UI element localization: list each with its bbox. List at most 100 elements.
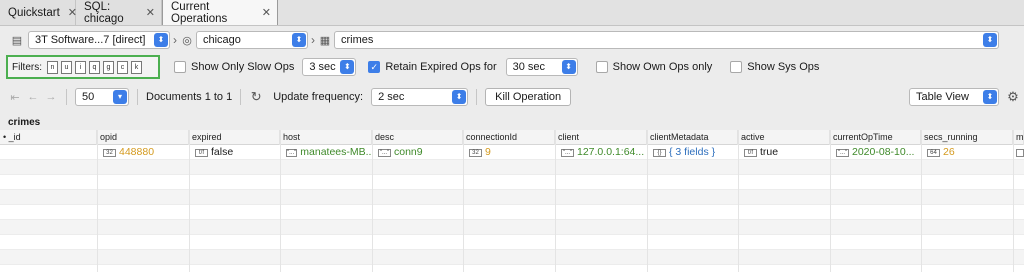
close-icon[interactable]: ✕ — [262, 6, 271, 19]
update-frequency-select[interactable]: 2 sec ⬍ — [371, 88, 469, 106]
kill-operation-button[interactable]: Kill Operation — [485, 88, 572, 106]
column-header-opid[interactable]: opid — [97, 130, 189, 145]
current-operations-window: Quickstart ✕ SQL: chicago ✕ Current Oper… — [0, 0, 1024, 272]
chevron-updown-icon: ⬍ — [983, 33, 997, 47]
collection-icon: ▦ — [319, 34, 331, 47]
show-sys-ops-checkbox[interactable] — [730, 61, 743, 73]
connection-select[interactable]: 3T Software...7 [direct] ⬍ — [28, 31, 170, 49]
tab-bar: Quickstart ✕ SQL: chicago ✕ Current Oper… — [0, 0, 1024, 26]
show-own-ops-checkbox[interactable] — [595, 61, 608, 73]
column-header-secs-running[interactable]: secs_running — [921, 130, 1013, 145]
column-header-more[interactable]: mi — [1013, 130, 1024, 145]
retain-expired-label: Retain Expired Ops for — [385, 61, 497, 73]
cell-connection-id[interactable]: 32 9 — [463, 145, 555, 160]
filter-toggle-c[interactable]: c — [117, 60, 128, 74]
filter-toggle-n[interactable]: n — [47, 60, 58, 74]
cell-opid[interactable]: 32 448880 — [97, 145, 189, 160]
cell-secs-running[interactable]: 64 26 — [921, 145, 1013, 160]
first-page-icon[interactable]: ⇤ — [8, 90, 22, 104]
connection-id-value: 9 — [485, 146, 491, 158]
string-type-icon: "..." — [836, 148, 849, 157]
column-header-desc[interactable]: desc — [372, 130, 463, 145]
view-mode-select[interactable]: Table View ⬍ — [909, 88, 999, 106]
divider — [240, 89, 242, 105]
show-only-slow-checkbox[interactable] — [174, 61, 186, 73]
filter-toggle-g[interactable]: g — [103, 60, 114, 74]
gear-icon[interactable]: ⚙ — [1006, 89, 1020, 104]
previous-page-icon[interactable]: ← — [26, 90, 40, 104]
column-header-expired[interactable]: expired — [189, 130, 280, 145]
retain-expired-checkbox[interactable]: ✓ — [368, 61, 381, 73]
cell-desc[interactable]: "..." conn9 — [372, 145, 463, 160]
table-row-empty — [0, 250, 1024, 265]
slow-threshold-select[interactable]: 3 sec ⬍ — [302, 58, 357, 76]
tab-label: SQL: chicago — [84, 0, 124, 25]
column-header-host[interactable]: host — [280, 130, 372, 145]
cell-more[interactable] — [1013, 145, 1024, 160]
close-icon[interactable]: ✕ — [146, 6, 155, 19]
path-bar: ▤ 3T Software...7 [direct] ⬍ › ◎ chicago… — [0, 29, 1024, 51]
filters-label: Filters: — [12, 61, 42, 73]
table-row-empty — [0, 175, 1024, 190]
cell-current-op-time[interactable]: "..." 2020-08-10... — [830, 145, 921, 160]
tab-current-operations[interactable]: Current Operations ✕ — [162, 0, 278, 25]
string-type-icon: "..." — [286, 148, 298, 157]
chevron-right-icon: › — [173, 33, 177, 47]
divider — [66, 89, 67, 105]
host-value: manatees-MB... — [300, 146, 372, 158]
cell-client[interactable]: "..." 127.0.0.1:64... — [555, 145, 647, 160]
database-value: chicago — [203, 34, 241, 46]
int-type-icon — [1016, 148, 1024, 157]
filter-toggle-u[interactable]: u — [61, 60, 72, 74]
slow-threshold-value: 3 sec — [309, 61, 336, 73]
expired-value: false — [211, 146, 234, 158]
column-header-id[interactable]: • _id — [0, 130, 97, 145]
table-row-empty — [0, 235, 1024, 250]
column-header-connection-id[interactable]: connectionId — [463, 130, 555, 145]
column-header-current-op-time[interactable]: currentOpTime — [830, 130, 921, 145]
filters-group: Filters: n u i q g c k — [6, 55, 160, 79]
cell-active[interactable]: t/f true — [738, 145, 830, 160]
connection-value: 3T Software...7 [direct] — [35, 34, 146, 46]
divider — [476, 89, 478, 105]
cell-expired[interactable]: t/f false — [189, 145, 280, 160]
client-value: 127.0.0.1:64... — [577, 146, 645, 158]
divider — [137, 89, 138, 105]
refresh-icon[interactable]: ↻ — [249, 89, 263, 104]
filter-toggle-k[interactable]: k — [131, 60, 142, 74]
documents-range: Documents 1 to 1 — [146, 91, 233, 103]
paging-toolbar: ⇤ ← → 50 ▾ Documents 1 to 1 ↻ Update fre… — [0, 86, 1024, 108]
next-page-icon[interactable]: → — [44, 90, 58, 104]
tab-sql-chicago[interactable]: SQL: chicago ✕ — [76, 0, 162, 25]
client-metadata-value: { 3 fields } — [669, 146, 716, 158]
tab-quickstart[interactable]: Quickstart ✕ — [0, 0, 77, 25]
column-header-active[interactable]: active — [738, 130, 830, 145]
column-header-client[interactable]: client — [555, 130, 647, 145]
string-type-icon: "..." — [378, 148, 391, 157]
filter-options: Show Only Slow Ops 3 sec ⬍ ✓ Retain Expi… — [174, 55, 1024, 79]
chevron-down-icon: ▾ — [113, 90, 127, 104]
update-frequency-label: Update frequency: — [273, 91, 364, 103]
collection-select[interactable]: crimes ⬍ — [334, 31, 999, 49]
cell-host[interactable]: "..." manatees-MB... — [280, 145, 372, 160]
table-row-empty — [0, 205, 1024, 220]
page-size-value: 50 — [82, 91, 95, 103]
filter-toggle-q[interactable]: q — [89, 60, 100, 74]
retain-duration-select[interactable]: 30 sec ⬍ — [505, 58, 578, 76]
show-own-ops-label: Show Own Ops only — [612, 61, 713, 73]
show-only-slow-label: Show Only Slow Ops — [191, 61, 295, 73]
cell-client-metadata[interactable]: {} { 3 fields } — [647, 145, 738, 160]
chevron-updown-icon: ⬍ — [561, 60, 576, 74]
table-row-empty — [0, 220, 1024, 235]
database-select[interactable]: chicago ⬍ — [196, 31, 308, 49]
view-mode-value: Table View — [916, 91, 969, 103]
filter-toggle-i[interactable]: i — [75, 60, 86, 74]
boolean-type-icon: t/f — [195, 148, 208, 157]
server-icon: ▤ — [11, 34, 23, 47]
column-header-client-metadata[interactable]: clientMetadata — [647, 130, 738, 145]
opid-value: 448880 — [119, 146, 155, 158]
page-size-select[interactable]: 50 ▾ — [75, 88, 129, 106]
collection-value: crimes — [341, 34, 374, 46]
chevron-updown-icon: ⬍ — [154, 33, 168, 47]
table-row-empty — [0, 265, 1024, 272]
